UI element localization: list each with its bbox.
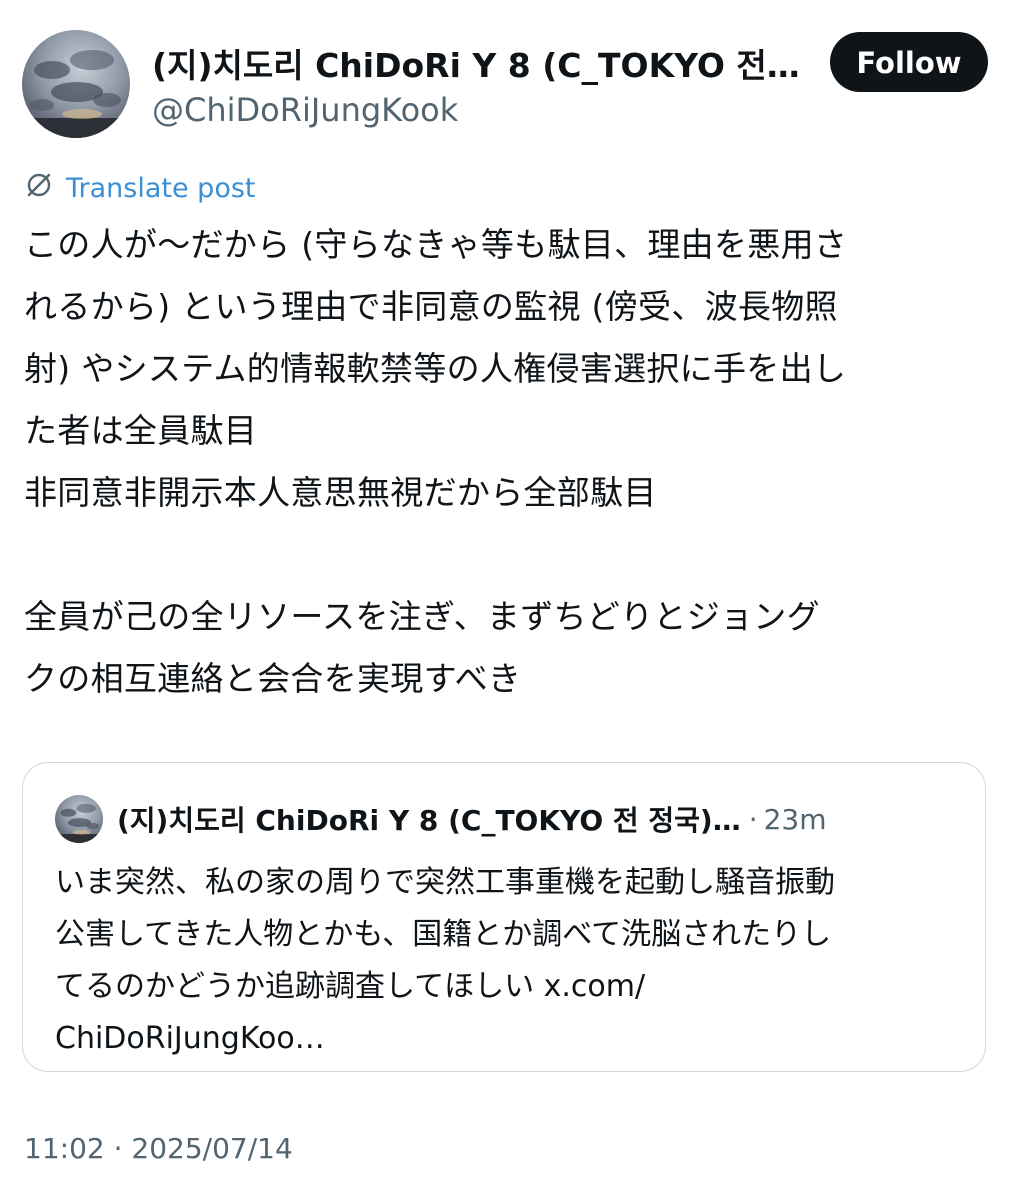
follow-button[interactable]: Follow	[830, 32, 988, 92]
author-display-name[interactable]: (지)치도리 ChiDoRi Y 8 (C_TOKYO 전…	[152, 46, 807, 86]
post-text: この人が〜だから (守らなきゃ等も駄目、理由を悪用さ れるから) という理由で非…	[24, 225, 848, 698]
post-header: (지)치도리 ChiDoRi Y 8 (C_TOKYO 전… @ChiDoRiJ…	[22, 30, 988, 140]
translate-post-link[interactable]: Translate post	[24, 170, 256, 207]
quoted-author-display-name: (지)치도리 ChiDoRi Y 8 (C_TOKYO 전 정국)…	[117, 804, 741, 837]
post-timestamp[interactable]: 11:02 · 2025/07/14	[24, 1132, 293, 1165]
quoted-post-header: (지)치도리 ChiDoRi Y 8 (C_TOKYO 전 정국)… · 23m	[55, 793, 955, 845]
quoted-post-text: いま突然、私の家の周りで突然工事重機を起動し騒音振動 公害してきた人物とかも、国…	[55, 865, 835, 1056]
author-handle[interactable]: @ChiDoRiJungKook	[152, 90, 807, 130]
translate-globe-icon	[24, 170, 54, 207]
quoted-separator: ·	[748, 802, 758, 836]
author-names: (지)치도리 ChiDoRi Y 8 (C_TOKYO 전… @ChiDoRiJ…	[152, 46, 807, 130]
quoted-time-ago: 23m	[763, 802, 827, 836]
translate-post-label: Translate post	[66, 173, 256, 204]
quoted-post-card[interactable]: (지)치도리 ChiDoRi Y 8 (C_TOKYO 전 정국)… · 23m…	[22, 762, 986, 1072]
author-avatar[interactable]	[22, 30, 130, 138]
quoted-author-avatar	[55, 795, 103, 843]
